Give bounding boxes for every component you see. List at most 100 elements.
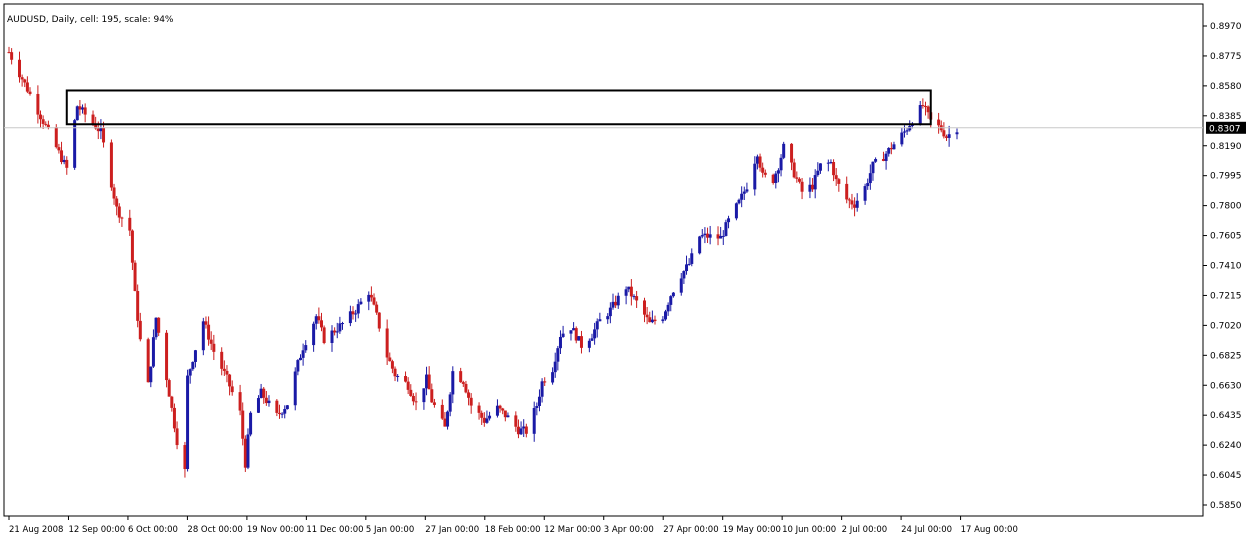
candle xyxy=(151,329,155,368)
candle xyxy=(409,384,413,397)
candle-body xyxy=(482,417,486,423)
candle xyxy=(837,177,841,192)
candle-body xyxy=(800,181,804,192)
candle-body xyxy=(62,159,66,163)
candle xyxy=(871,161,875,181)
candlestick-chart[interactable]: AUDUSD, Daily, cell: 195, scale: 94% 0.8… xyxy=(0,0,1247,539)
candle xyxy=(698,235,702,255)
candle xyxy=(186,369,190,472)
candle xyxy=(577,336,581,341)
time-tick-label: 3 Apr 00:00 xyxy=(604,525,654,535)
candle xyxy=(246,428,250,470)
time-tick-label: 11 Dec 00:00 xyxy=(306,525,363,535)
candle xyxy=(188,368,192,384)
candle xyxy=(742,186,746,200)
price-tick-label: 0.8775 xyxy=(1210,52,1242,62)
candle xyxy=(183,441,187,478)
candle xyxy=(614,295,618,309)
candle-body xyxy=(201,321,205,351)
candle xyxy=(800,177,804,200)
candle-body xyxy=(246,434,250,468)
candle-body xyxy=(627,286,631,290)
candle-body xyxy=(624,289,628,296)
time-tick-label: 2 Jul 00:00 xyxy=(842,525,888,535)
candle xyxy=(356,299,360,319)
candle xyxy=(99,119,103,140)
candle-body xyxy=(690,253,694,264)
candle-body xyxy=(319,320,323,328)
candle-body xyxy=(818,163,822,171)
time-tick-label: 17 Aug 00:00 xyxy=(961,525,1018,535)
candle-body xyxy=(446,411,450,427)
candle-body xyxy=(522,426,526,429)
candle xyxy=(719,226,723,239)
candle-body xyxy=(671,292,675,297)
candle-body xyxy=(172,407,176,429)
candle xyxy=(57,143,61,154)
candle-body xyxy=(593,329,597,339)
candle-body xyxy=(561,333,565,337)
candle xyxy=(81,104,85,114)
candle xyxy=(157,317,161,337)
candle-body xyxy=(558,336,562,349)
candle xyxy=(267,395,271,407)
candle-body xyxy=(414,401,418,403)
candle-body xyxy=(262,388,266,398)
candle-body xyxy=(779,157,783,171)
candle-body xyxy=(687,263,691,265)
candle xyxy=(10,48,14,65)
candle-body xyxy=(700,235,704,237)
candle xyxy=(451,366,455,404)
candle-body xyxy=(461,382,465,384)
candle-body xyxy=(608,307,612,317)
candle xyxy=(165,330,169,388)
candle-body xyxy=(706,233,710,238)
candle-body xyxy=(595,321,599,330)
time-tick-label: 27 Apr 00:00 xyxy=(663,525,718,535)
candle-body xyxy=(543,381,547,383)
candle xyxy=(175,421,179,450)
candle-body xyxy=(256,398,260,413)
candle-body xyxy=(396,376,400,378)
candle-body xyxy=(359,301,363,305)
candle-body xyxy=(112,187,116,199)
candle xyxy=(467,389,471,406)
candle xyxy=(939,120,943,133)
candle xyxy=(469,393,473,414)
candle xyxy=(482,412,486,427)
candle xyxy=(921,98,925,109)
candle-body xyxy=(868,173,872,184)
candle-body xyxy=(737,199,741,204)
candle xyxy=(498,404,502,413)
candle-body xyxy=(425,374,429,389)
candle xyxy=(519,421,523,435)
candle xyxy=(845,176,849,204)
candle-body xyxy=(109,142,113,188)
candle-body xyxy=(540,381,544,397)
candle-body xyxy=(228,374,232,387)
candle xyxy=(301,343,305,366)
candle-body xyxy=(375,304,379,313)
candle-body xyxy=(551,372,555,383)
candle-body xyxy=(727,218,731,223)
candle-body xyxy=(186,375,190,470)
candle xyxy=(782,141,786,160)
candle xyxy=(629,279,633,306)
candle-body xyxy=(91,114,95,124)
candle-body xyxy=(716,234,720,239)
candle-body xyxy=(464,383,468,393)
candle xyxy=(488,411,492,421)
candle xyxy=(721,230,725,245)
candle-body xyxy=(264,397,268,404)
candle-body xyxy=(351,311,355,315)
candle-body xyxy=(834,175,838,180)
candle-body xyxy=(734,203,738,219)
candle xyxy=(942,122,946,139)
candle-body xyxy=(790,143,794,163)
candle-body xyxy=(335,331,339,333)
price-tick-label: 0.8385 xyxy=(1210,112,1242,122)
candle-body xyxy=(65,159,69,168)
candle xyxy=(624,286,628,305)
candle xyxy=(758,153,762,172)
candle xyxy=(937,112,941,134)
